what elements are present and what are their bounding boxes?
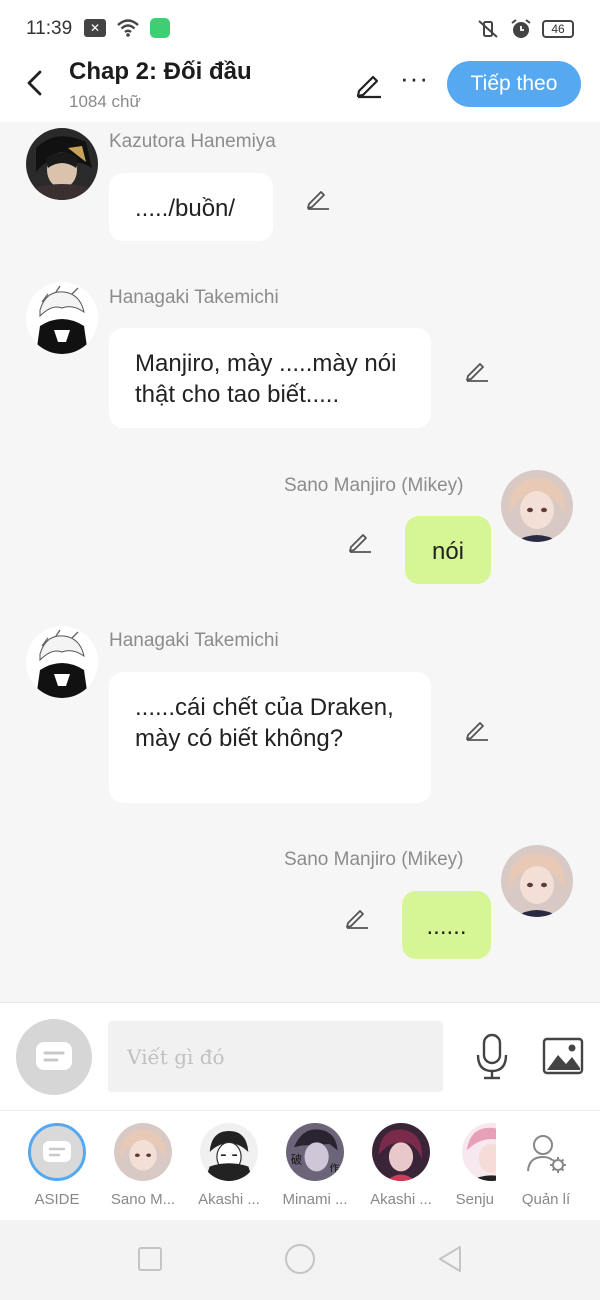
character-label: Quản lí — [521, 1191, 571, 1208]
image-icon[interactable] — [542, 1037, 584, 1075]
chapter-title[interactable]: Chap 2: Đối đầu — [69, 58, 252, 86]
character-sano[interactable]: Sano M... — [100, 1123, 186, 1219]
character-akashi-2[interactable]: Akashi ... — [358, 1123, 444, 1219]
character-label: Akashi ... — [198, 1191, 260, 1208]
microphone-icon[interactable] — [474, 1033, 510, 1081]
back-arrow-icon[interactable] — [22, 68, 48, 98]
avatar[interactable] — [26, 626, 98, 698]
x-box-icon: ✕ — [84, 19, 106, 37]
aside-toggle-button[interactable] — [16, 1019, 92, 1095]
message-bubble[interactable]: nói — [405, 516, 491, 584]
word-count: 1084 chữ — [69, 92, 141, 111]
character-minami[interactable]: 破 作 Minami ... — [272, 1123, 358, 1219]
edit-pencil-icon[interactable] — [344, 904, 370, 930]
character-aside[interactable]: ASIDE — [14, 1123, 100, 1219]
sender-name: Sano Manjiro (Mikey) — [284, 475, 464, 496]
sender-name: Hanagaki Takemichi — [109, 287, 279, 308]
system-nav-bar — [0, 1220, 600, 1300]
message-bubble[interactable]: Manjiro, mày .....mày nói thật cho tao b… — [109, 328, 431, 428]
avatar: 破 作 — [286, 1123, 344, 1181]
character-senju[interactable]: Senju — [444, 1123, 496, 1219]
character-label: Sano M... — [110, 1191, 176, 1208]
edit-pencil-icon[interactable] — [347, 528, 373, 554]
character-label: Senju — [455, 1191, 494, 1208]
sender-name: Sano Manjiro (Mikey) — [284, 849, 464, 870]
battery-icon: 46 — [542, 20, 574, 38]
next-chapter-button[interactable]: Tiếp theo — [447, 61, 581, 107]
home-icon[interactable] — [285, 1244, 315, 1274]
svg-text:作: 作 — [330, 1162, 340, 1174]
recent-apps-icon[interactable] — [138, 1247, 162, 1271]
aside-avatar — [28, 1123, 86, 1181]
avatar — [462, 1123, 496, 1181]
sender-name: Hanagaki Takemichi — [109, 630, 279, 651]
character-akashi[interactable]: Akashi ... — [186, 1123, 272, 1219]
message-bubble[interactable]: ...../buồn/ — [109, 173, 273, 241]
avatar — [372, 1123, 430, 1181]
manage-characters-button[interactable]: Quản lí — [503, 1123, 589, 1219]
avatar[interactable] — [26, 282, 98, 354]
more-options-icon[interactable]: ··· — [400, 65, 429, 91]
avatar — [114, 1123, 172, 1181]
character-label: Minami ... — [282, 1191, 348, 1208]
chat-area: Kazutora Hanemiya ...../buồn/ Hanagaki T… — [0, 122, 600, 1002]
composer-bar — [0, 1002, 600, 1110]
avatar — [200, 1123, 258, 1181]
edit-pencil-icon[interactable] — [354, 69, 384, 99]
message-bubble[interactable]: ......cái chết của Draken, mày có biết k… — [109, 672, 431, 803]
app-green-icon — [150, 18, 170, 38]
edit-pencil-icon[interactable] — [464, 357, 490, 383]
chat-bubble-icon — [43, 1141, 71, 1162]
alarm-icon — [511, 19, 531, 38]
edit-pencil-icon[interactable] — [305, 185, 331, 211]
avatar[interactable] — [26, 128, 98, 200]
back-triangle-icon[interactable] — [436, 1244, 464, 1274]
character-label: ASIDE — [34, 1191, 80, 1208]
svg-text:破: 破 — [291, 1152, 302, 1166]
avatar[interactable] — [501, 470, 573, 542]
message-bubble[interactable]: ...... — [402, 891, 491, 959]
status-bar: 11:39 ✕ 46 — [0, 0, 600, 58]
edit-pencil-icon[interactable] — [464, 716, 490, 742]
message-input[interactable] — [108, 1021, 443, 1092]
sender-name: Kazutora Hanemiya — [109, 131, 276, 152]
chapter-header: Chap 2: Đối đầu 1084 chữ ··· Tiếp theo — [0, 58, 600, 122]
user-settings-icon — [527, 1135, 566, 1173]
mute-vibrate-icon — [478, 20, 498, 38]
avatar[interactable] — [501, 845, 573, 917]
chat-bubble-icon — [36, 1042, 72, 1070]
status-time: 11:39 — [26, 18, 73, 39]
character-bar: ASIDE Sano M... Akashi ... 破 作 Minami ..… — [0, 1110, 600, 1220]
character-label: Akashi ... — [370, 1191, 432, 1208]
wifi-icon — [117, 19, 139, 37]
